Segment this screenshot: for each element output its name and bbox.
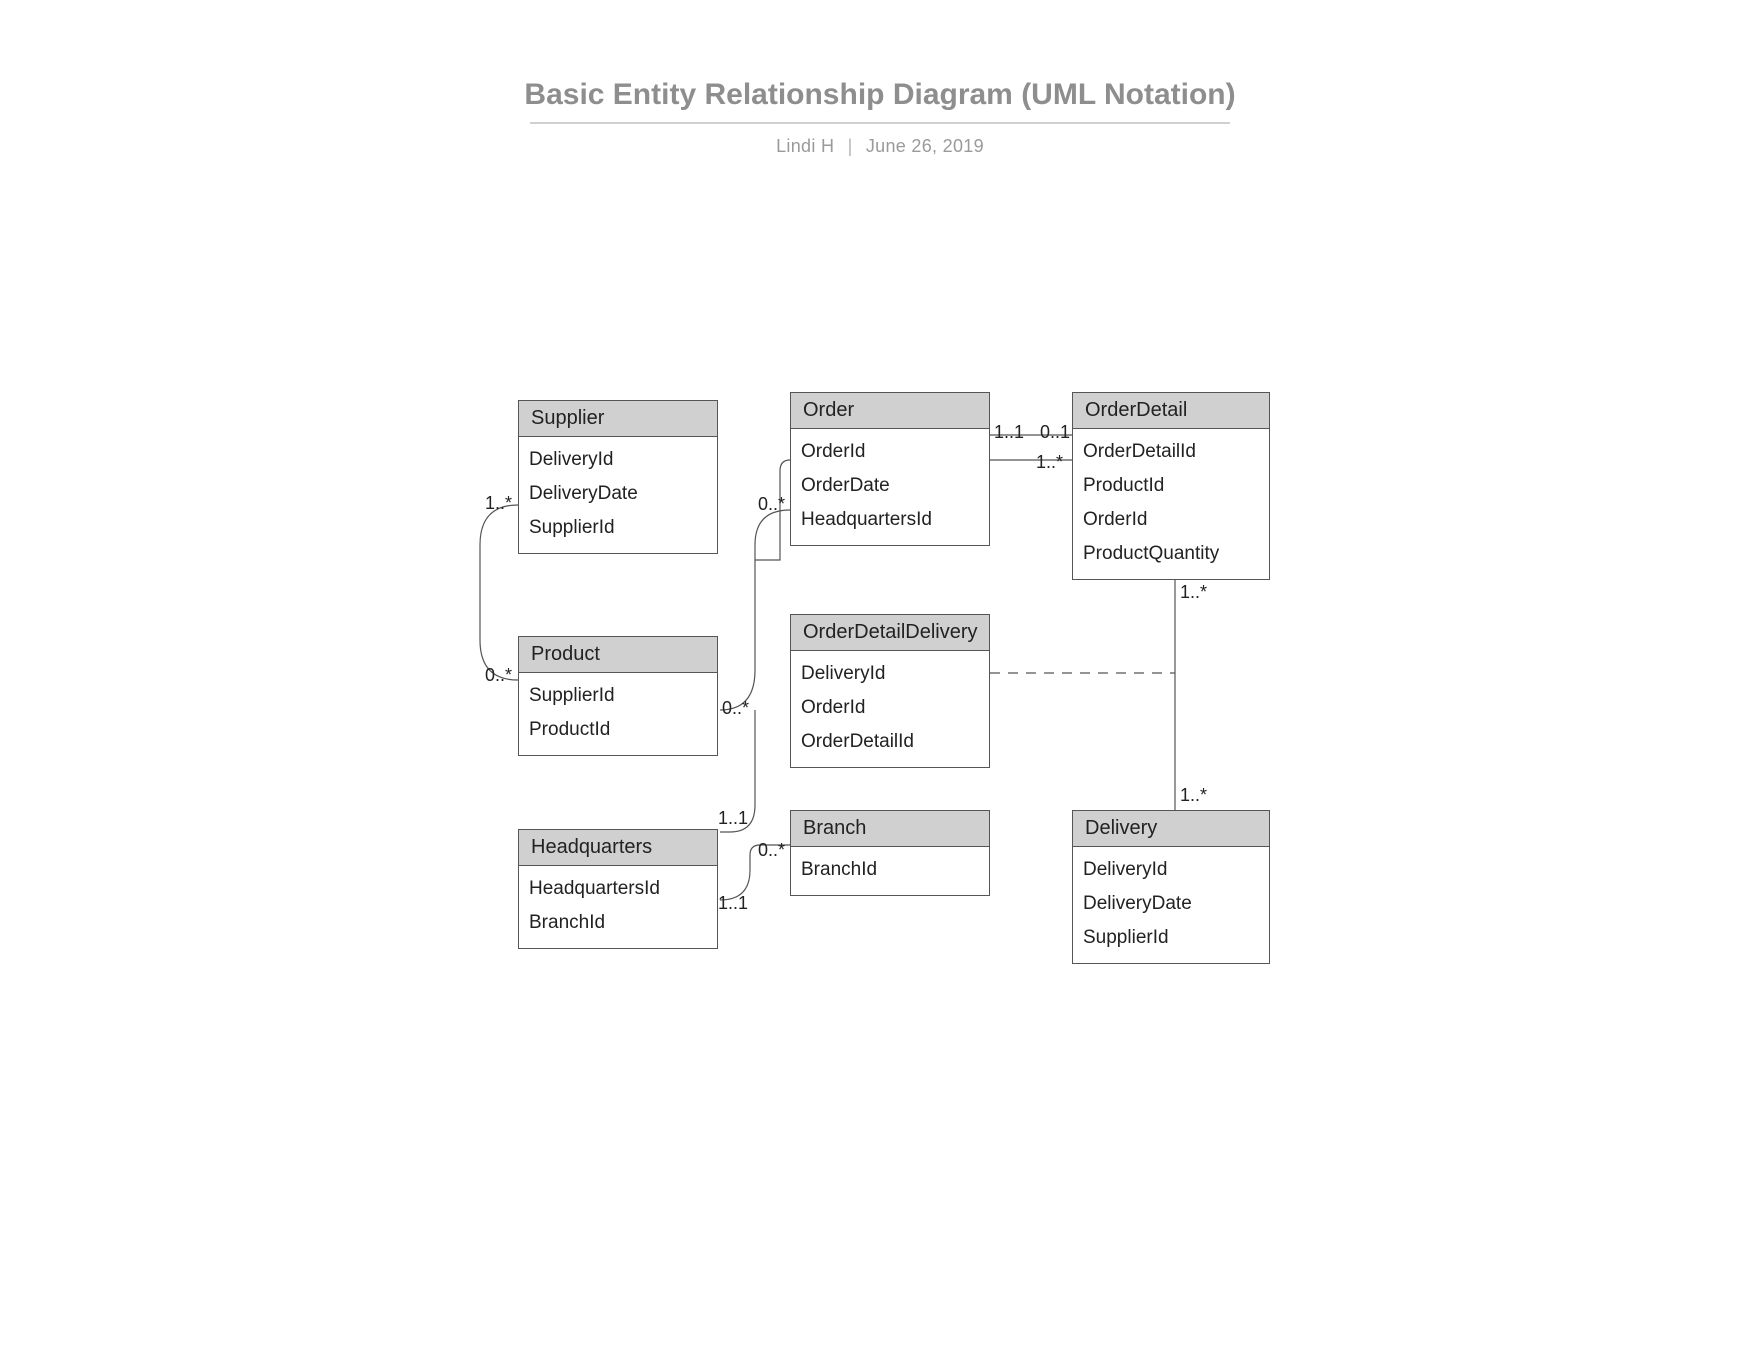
mult-label: 1..1: [994, 422, 1024, 443]
entity-body: OrderDetailId ProductId OrderId ProductQ…: [1073, 429, 1269, 579]
entity-supplier: Supplier DeliveryId DeliveryDate Supplie…: [518, 400, 718, 554]
entity-header: Branch: [791, 811, 989, 847]
entity-body: DeliveryId OrderId OrderDetailId: [791, 651, 989, 767]
entity-attr: OrderDetailId: [801, 725, 979, 759]
entity-attr: DeliveryId: [529, 443, 707, 477]
entity-attr: SupplierId: [1083, 921, 1259, 955]
mult-label: 1..*: [485, 493, 512, 514]
page-subtitle: Lindi H | June 26, 2019: [0, 136, 1760, 157]
mult-label: 1..*: [1180, 785, 1207, 806]
entity-header: Headquarters: [519, 830, 717, 866]
entity-attr: OrderDetailId: [1083, 435, 1259, 469]
entity-body: OrderId OrderDate HeadquartersId: [791, 429, 989, 545]
entity-order: Order OrderId OrderDate HeadquartersId: [790, 392, 990, 546]
mult-label: 1..1: [718, 893, 748, 914]
page-title: Basic Entity Relationship Diagram (UML N…: [0, 78, 1760, 112]
mult-label: 0..*: [758, 494, 785, 515]
mult-label: 0..*: [485, 665, 512, 686]
author-name: Lindi H: [776, 136, 834, 156]
entity-header: Supplier: [519, 401, 717, 437]
entity-body: BranchId: [791, 847, 989, 895]
entity-headquarters: Headquarters HeadquartersId BranchId: [518, 829, 718, 949]
mult-label: 1..*: [1180, 582, 1207, 603]
entity-attr: DeliveryDate: [1083, 887, 1259, 921]
entity-attr: SupplierId: [529, 679, 707, 713]
entity-header: Delivery: [1073, 811, 1269, 847]
entity-body: DeliveryId DeliveryDate SupplierId: [519, 437, 717, 553]
mult-label: 0..*: [758, 840, 785, 861]
entity-attr: ProductId: [529, 713, 707, 747]
entity-attr: HeadquartersId: [801, 503, 979, 537]
mult-label: 1..1: [718, 808, 748, 829]
title-rule: [530, 122, 1230, 124]
entity-product: Product SupplierId ProductId: [518, 636, 718, 756]
entity-attr: BranchId: [801, 853, 979, 887]
entity-orderdetaildelivery: OrderDetailDelivery DeliveryId OrderId O…: [790, 614, 990, 768]
entity-header: Order: [791, 393, 989, 429]
entity-attr: DeliveryId: [801, 657, 979, 691]
mult-label: 0..1: [1040, 422, 1070, 443]
entity-body: SupplierId ProductId: [519, 673, 717, 755]
entity-header: Product: [519, 637, 717, 673]
entity-branch: Branch BranchId: [790, 810, 990, 896]
entity-attr: DeliveryId: [1083, 853, 1259, 887]
entity-attr: OrderId: [801, 691, 979, 725]
entity-attr: ProductId: [1083, 469, 1259, 503]
mult-label: 1..*: [1036, 452, 1063, 473]
entity-header: OrderDetail: [1073, 393, 1269, 429]
entity-delivery: Delivery DeliveryId DeliveryDate Supplie…: [1072, 810, 1270, 964]
entity-attr: OrderId: [1083, 503, 1259, 537]
doc-date: June 26, 2019: [866, 136, 984, 156]
mult-label: 0..*: [722, 698, 749, 719]
entity-body: DeliveryId DeliveryDate SupplierId: [1073, 847, 1269, 963]
entity-attr: HeadquartersId: [529, 872, 707, 906]
entity-attr: OrderId: [801, 435, 979, 469]
entity-attr: DeliveryDate: [529, 477, 707, 511]
entity-body: HeadquartersId BranchId: [519, 866, 717, 948]
entity-attr: OrderDate: [801, 469, 979, 503]
entity-header: OrderDetailDelivery: [791, 615, 989, 651]
entity-attr: BranchId: [529, 906, 707, 940]
entity-orderdetail: OrderDetail OrderDetailId ProductId Orde…: [1072, 392, 1270, 580]
separator: |: [848, 136, 853, 156]
entity-attr: ProductQuantity: [1083, 537, 1259, 571]
entity-attr: SupplierId: [529, 511, 707, 545]
